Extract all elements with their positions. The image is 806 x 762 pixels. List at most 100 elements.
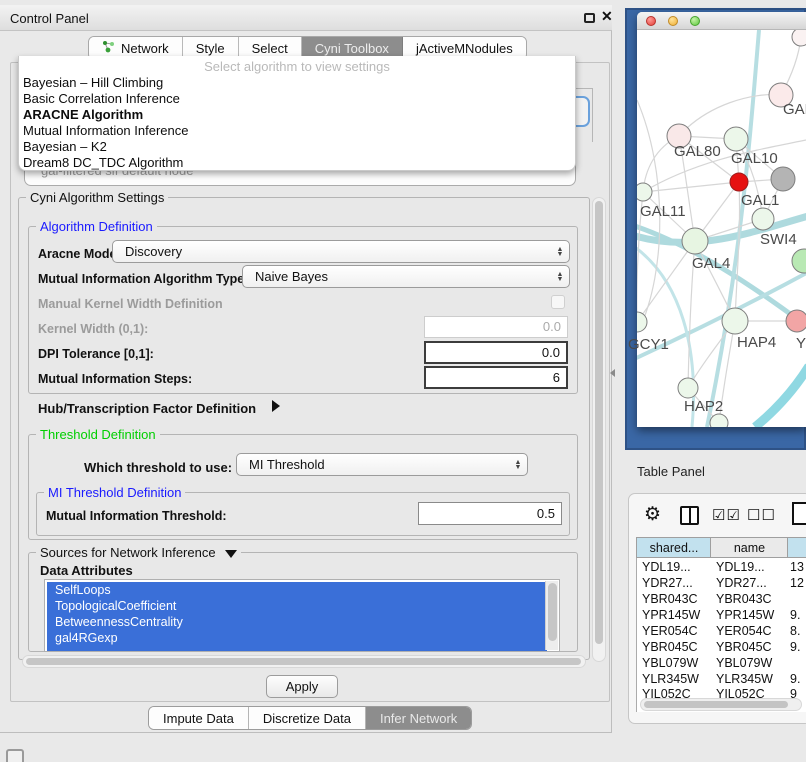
table-cell[interactable]: YIL052C xyxy=(642,687,691,698)
horizontal-scrollbar[interactable] xyxy=(22,655,586,668)
table-cell[interactable]: YBR045C xyxy=(642,640,698,654)
kernel-width-field[interactable]: 0.0 xyxy=(424,316,568,338)
mi-type-combo[interactable]: Naive Bayes ▲▼ xyxy=(242,265,570,288)
control-panel-title: Control Panel xyxy=(10,11,89,26)
table-cell[interactable]: 9. xyxy=(790,672,800,686)
panel-splitter-arrow[interactable] xyxy=(610,369,615,377)
apply-button[interactable]: Apply xyxy=(266,675,338,698)
list-scrollbar[interactable] xyxy=(545,581,558,650)
table-cell[interactable]: YER054C xyxy=(642,624,698,638)
dpi-tolerance-field[interactable]: 0.0 xyxy=(424,341,568,364)
node-label-y: Y xyxy=(796,335,806,352)
tab-impute-data-label: Impute Data xyxy=(163,711,234,726)
node-label-gal4: GAL4 xyxy=(692,255,730,272)
aracne-mode-combo[interactable]: Discovery ▲▼ xyxy=(112,240,570,263)
node-label-gal11: GAL11 xyxy=(640,203,686,220)
table-cell[interactable]: 13 xyxy=(790,560,804,574)
mi-threshold-field[interactable]: 0.5 xyxy=(418,502,562,525)
minimize-traffic-light-icon[interactable] xyxy=(668,16,678,26)
threshold-definition-title: Threshold Definition xyxy=(36,427,160,442)
close-traffic-light-icon[interactable] xyxy=(646,16,656,26)
float-window-icon[interactable] xyxy=(584,13,595,23)
popup-item[interactable]: Bayesian – K2 xyxy=(23,139,107,154)
vertical-scrollbar-thumb[interactable] xyxy=(595,201,603,644)
table-cell[interactable]: 9. xyxy=(790,608,800,622)
popup-item-selected[interactable]: ARACNE Algorithm xyxy=(23,107,143,122)
list-item[interactable]: SelfLoops xyxy=(47,582,547,598)
popup-item[interactable]: Basic Correlation Inference xyxy=(23,91,180,106)
table-horizontal-scrollbar-thumb[interactable] xyxy=(644,701,788,708)
network-window-titlebar[interactable] xyxy=(637,12,806,30)
node-label-gal: GAL xyxy=(783,101,806,118)
tab-infer-network[interactable]: Infer Network xyxy=(366,707,471,729)
mi-type-value: Naive Bayes xyxy=(243,269,551,284)
zoom-traffic-light-icon[interactable] xyxy=(690,16,700,26)
deselect-all-checkboxes-icon[interactable]: ☐☐ xyxy=(747,506,776,524)
table-cell[interactable]: YPR145W xyxy=(716,608,774,622)
table-cell[interactable]: YBR043C xyxy=(716,592,772,606)
aracne-mode-value: Discovery xyxy=(113,244,551,259)
node-label-gal80: GAL80 xyxy=(674,143,721,160)
table-cell[interactable]: YDR27... xyxy=(642,576,693,590)
table-cell[interactable]: 9. xyxy=(790,640,800,654)
sources-title-text: Sources for Network Inference xyxy=(40,545,216,560)
manual-kernel-label: Manual Kernel Width Definition xyxy=(38,297,223,311)
vertical-scrollbar[interactable] xyxy=(592,197,606,662)
table-cell[interactable]: YBL079W xyxy=(642,656,698,670)
data-attributes-label: Data Attributes xyxy=(40,563,133,578)
mi-steps-field[interactable]: 6 xyxy=(424,366,568,389)
table-horizontal-scrollbar[interactable] xyxy=(640,698,802,711)
select-all-checkboxes-icon[interactable]: ☑☑ xyxy=(712,506,741,524)
manual-kernel-checkbox[interactable] xyxy=(551,295,565,309)
network-icon xyxy=(102,40,115,56)
list-item[interactable]: TopologicalCoefficient xyxy=(47,598,547,614)
table-cell[interactable]: YBR043C xyxy=(642,592,698,606)
table-cell[interactable]: YDL19... xyxy=(716,560,765,574)
collapse-arrow-icon[interactable] xyxy=(225,550,237,558)
column-header-name[interactable]: name xyxy=(710,537,788,558)
table-cell[interactable]: YLR345W xyxy=(642,672,699,686)
close-icon[interactable]: ✕ xyxy=(601,8,613,25)
stepper-icon: ▲▼ xyxy=(509,460,527,470)
table-cell[interactable]: 9 xyxy=(790,687,797,698)
column-header-partial[interactable] xyxy=(787,537,806,558)
expand-arrow-icon[interactable] xyxy=(272,400,280,412)
popup-item[interactable]: Bayesian – Hill Climbing xyxy=(23,75,163,90)
table-cell[interactable]: YBR045C xyxy=(716,640,772,654)
gear-icon[interactable]: ⚙ xyxy=(644,503,661,526)
table-cell[interactable]: YLR345W xyxy=(716,672,773,686)
table-cell[interactable]: YDR27... xyxy=(716,576,767,590)
popup-item[interactable]: Mutual Information Inference xyxy=(23,123,188,138)
columns-icon[interactable] xyxy=(680,506,699,525)
table-cell[interactable]: YER054C xyxy=(716,624,772,638)
popup-item[interactable]: Dream8 DC_TDC Algorithm xyxy=(23,155,183,170)
node-label-gal1: GAL1 xyxy=(741,192,779,209)
table-cell[interactable]: YBL079W xyxy=(716,656,772,670)
tab-discretize-data[interactable]: Discretize Data xyxy=(249,707,366,729)
mi-type-label: Mutual Information Algorithm Type: xyxy=(38,272,248,286)
network-graph xyxy=(637,30,806,427)
horizontal-scrollbar-thumb[interactable] xyxy=(26,658,581,665)
node-label-swi4: SWI4 xyxy=(760,231,797,248)
popup-hint: Select algorithm to view settings xyxy=(19,59,575,74)
list-item[interactable]: BetweennessCentrality xyxy=(47,614,547,630)
table-cell[interactable]: YPR145W xyxy=(642,608,700,622)
table-cell[interactable]: YDL19... xyxy=(642,560,691,574)
tab-impute-data[interactable]: Impute Data xyxy=(149,707,249,729)
node-label-gcy1: GCY1 xyxy=(628,336,669,353)
list-item-partial[interactable] xyxy=(47,646,547,651)
table-cell[interactable]: 12 xyxy=(790,576,804,590)
list-scrollbar-thumb[interactable] xyxy=(548,583,557,641)
mi-threshold-group-title: MI Threshold Definition xyxy=(44,485,185,500)
minimized-panel-icon[interactable] xyxy=(6,749,24,762)
node-label-hap4: HAP4 xyxy=(737,334,776,351)
list-item[interactable]: gal4RGexp xyxy=(47,630,547,646)
export-table-icon[interactable] xyxy=(792,502,806,525)
table-cell[interactable]: 8. xyxy=(790,624,800,638)
which-threshold-combo[interactable]: MI Threshold ▲▼ xyxy=(236,453,528,476)
network-canvas[interactable] xyxy=(637,30,806,427)
tab-infer-network-label: Infer Network xyxy=(380,711,457,726)
table-cell[interactable]: YIL052C xyxy=(716,687,765,698)
column-header-shared-name[interactable]: shared... xyxy=(636,537,711,558)
tab-discretize-data-label: Discretize Data xyxy=(263,711,351,726)
